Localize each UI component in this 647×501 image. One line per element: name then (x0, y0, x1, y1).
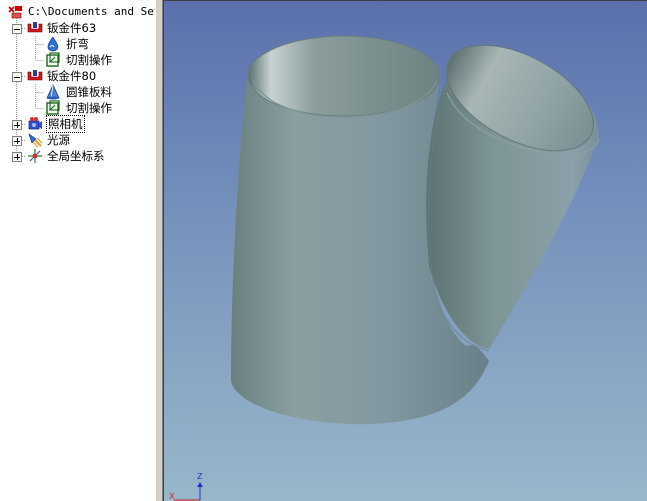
expand-button[interactable] (12, 152, 22, 162)
tree-root-path: C:\Documents and Sett (28, 5, 155, 18)
tree-item-label: 照相机 (46, 115, 85, 133)
cut-operation-icon (46, 100, 60, 115)
sheet-metal-icon (27, 22, 43, 33)
bend-icon (47, 36, 59, 52)
tree-item-label: 全局坐标系 (47, 149, 105, 163)
tree-item-bend[interactable]: 折弯 (0, 36, 155, 52)
triad-z-label: Z (197, 472, 203, 481)
sheet-metal-model[interactable] (164, 1, 647, 501)
global-coordinate-icon (28, 149, 42, 163)
expand-button[interactable] (12, 120, 22, 130)
model-tree-panel[interactable]: C:\Documents and Sett 钣金件63 折弯 切割操作 钣金件8… (0, 0, 155, 501)
tree-item-label: 光源 (47, 133, 70, 147)
cone-sheet-icon (46, 84, 60, 100)
light-icon (28, 133, 43, 148)
tree-item-light[interactable]: 光源 (0, 132, 155, 148)
panel-splitter[interactable] (155, 0, 163, 501)
tree-item-cut-operation[interactable]: 切割操作 (0, 100, 155, 116)
assembly-icon (8, 6, 22, 19)
collapse-button[interactable] (12, 72, 22, 82)
tree-item-camera[interactable]: 照相机 (0, 115, 155, 133)
tree-item-sheet-metal-63[interactable]: 钣金件63 (0, 20, 155, 36)
expand-button[interactable] (12, 136, 22, 146)
tree-item-label: 钣金件63 (47, 21, 97, 35)
tree-item-label: 钣金件80 (47, 69, 97, 83)
collapse-button[interactable] (12, 24, 22, 34)
sheet-metal-icon (27, 70, 43, 81)
tree-item-sheet-metal-80[interactable]: 钣金件80 (0, 68, 155, 84)
tree-item-label: 折弯 (66, 37, 89, 51)
tree-item-global-coordinate-system[interactable]: 全局坐标系 (0, 148, 155, 164)
tree-root-item[interactable]: C:\Documents and Sett (0, 4, 155, 20)
tree-item-cut-operation[interactable]: 切割操作 (0, 52, 155, 68)
tree-item-label: 切割操作 (66, 101, 112, 115)
3d-viewport[interactable]: Z X (163, 0, 647, 501)
cut-operation-icon (46, 52, 60, 67)
tree-item-cone-sheet[interactable]: 圆锥板料 (0, 84, 155, 100)
triad-x-label: X (169, 492, 175, 501)
tree-item-label: 切割操作 (66, 53, 112, 67)
tree-item-label: 圆锥板料 (66, 85, 112, 99)
camera-icon (28, 117, 42, 130)
